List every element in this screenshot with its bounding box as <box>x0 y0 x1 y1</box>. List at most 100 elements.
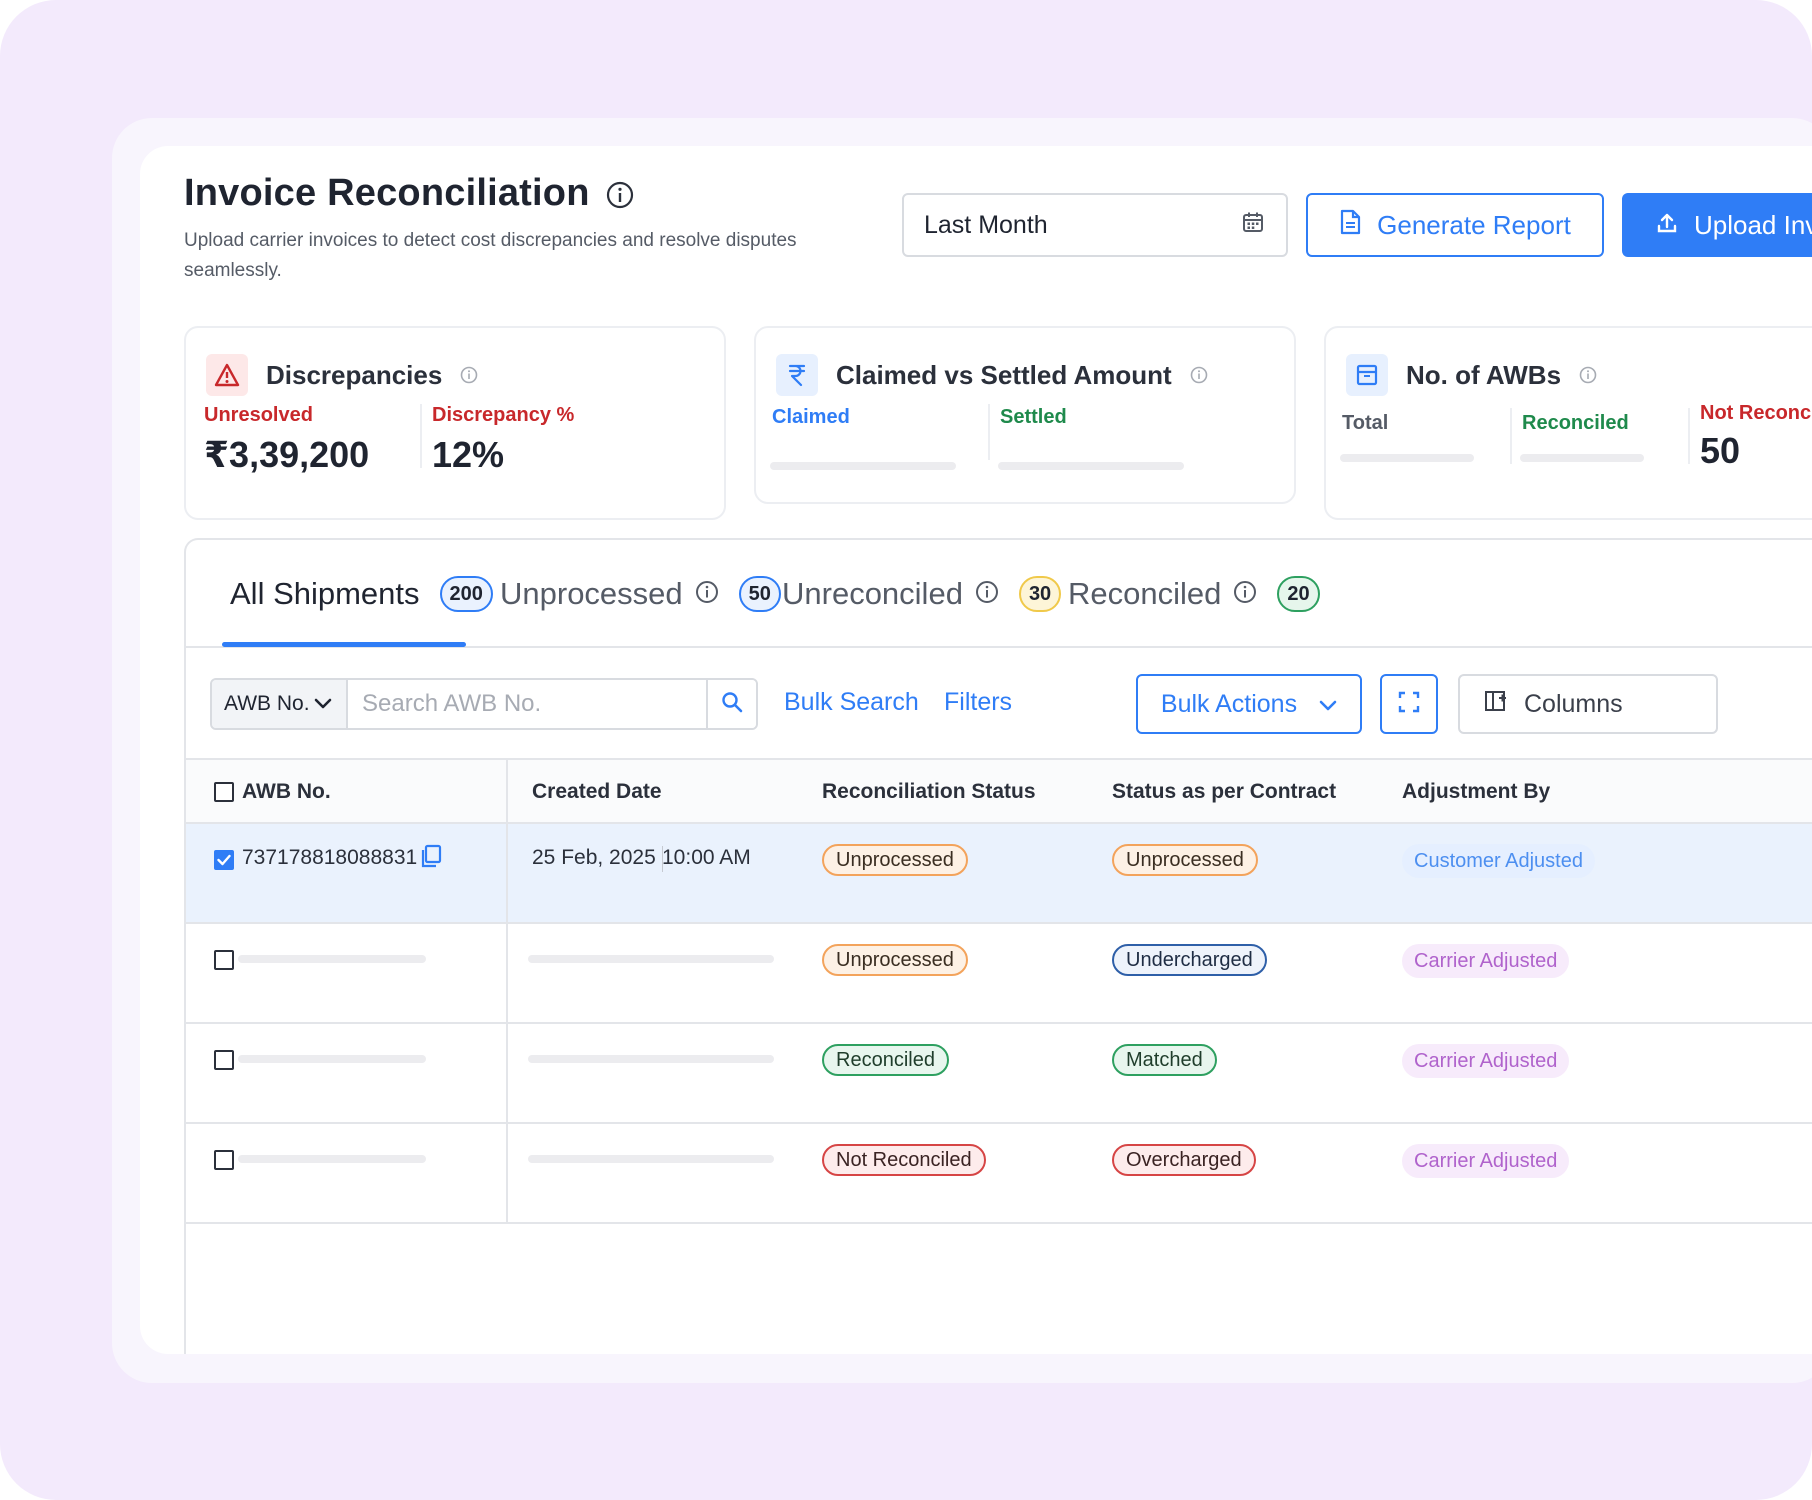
document-icon <box>1339 209 1361 242</box>
row-checkbox[interactable] <box>214 1050 234 1070</box>
tab-label: Unprocessed <box>500 576 683 611</box>
discrepancies-card-header: Discrepancies <box>206 354 478 396</box>
settled-label: Settled <box>1000 406 1067 428</box>
warning-icon <box>206 354 248 396</box>
card-divider <box>988 404 990 460</box>
row-checkbox[interactable] <box>214 950 234 970</box>
package-icon <box>1346 354 1388 396</box>
row-checkbox[interactable] <box>214 1150 234 1170</box>
date-placeholder <box>528 1155 774 1163</box>
awbs-card-header: No. of AWBs <box>1346 354 1597 396</box>
info-icon[interactable] <box>975 576 999 612</box>
awb-placeholder <box>238 1055 426 1063</box>
awbs-total-placeholder <box>1340 454 1474 462</box>
reconciliation-status-badge: Not Reconciled <box>822 1144 986 1176</box>
reconciliation-status-badge: Reconciled <box>822 1044 949 1076</box>
table-row[interactable]: 737178818088831 25 Feb, 2025 10:00 AM Un… <box>186 824 1812 924</box>
discrepancy-percent-label: Discrepancy % <box>432 404 575 426</box>
discrepancy-percent-value: 12% <box>432 434 505 475</box>
page-subtitle: Upload carrier invoices to detect cost d… <box>184 230 797 281</box>
tab-unreconciled[interactable]: Unreconciled 30 <box>782 576 1062 612</box>
created-date: 25 Feb, 2025 <box>532 846 656 869</box>
awb-number: 737178818088831 <box>242 846 418 869</box>
awb-search-input[interactable] <box>348 680 706 728</box>
adjustment-by-badge: Carrier Adjusted <box>1402 944 1570 978</box>
card-divider <box>420 404 422 468</box>
upload-invoice-button[interactable]: Upload Invoice <box>1622 193 1812 257</box>
bulk-search-link[interactable]: Bulk Search <box>784 688 919 717</box>
chevron-down-icon <box>314 692 332 716</box>
contract-status-badge: Overcharged <box>1112 1144 1256 1176</box>
fullscreen-button[interactable] <box>1380 674 1438 734</box>
contract-status-badge: Unprocessed <box>1112 844 1258 876</box>
info-icon[interactable] <box>460 360 478 391</box>
upload-invoice-label: Upload Invoice <box>1694 209 1812 240</box>
info-icon[interactable] <box>1233 576 1257 612</box>
filters-link[interactable]: Filters <box>944 688 1012 717</box>
columns-label: Columns <box>1524 689 1623 718</box>
awbs-reconciled-label: Reconciled <box>1522 412 1629 434</box>
column-header-contract-status[interactable]: Status as per Contract <box>1112 780 1336 804</box>
columns-button[interactable]: Columns <box>1458 674 1718 734</box>
column-header-created-date[interactable]: Created Date <box>532 780 662 804</box>
active-tab-indicator <box>222 642 466 647</box>
column-header-reconciliation-status[interactable]: Reconciliation Status <box>822 780 1036 804</box>
columns-icon <box>1484 690 1508 719</box>
unresolved-label: Unresolved <box>204 404 313 426</box>
copy-icon[interactable] <box>420 844 442 873</box>
contract-status-badge: Matched <box>1112 1044 1217 1076</box>
info-icon[interactable] <box>606 172 634 215</box>
date-placeholder <box>528 1055 774 1063</box>
awb-placeholder <box>238 955 426 963</box>
table-row[interactable]: Not Reconciled Overcharged Carrier Adjus… <box>186 1124 1812 1224</box>
row-checkbox[interactable] <box>214 850 234 870</box>
tab-all-shipments[interactable]: All Shipments 200 <box>230 576 493 612</box>
shipments-table-container: All Shipments 200 Unprocessed 50 Unrecon… <box>184 538 1812 1354</box>
main-panel: Invoice Reconciliation Upload carrier in… <box>140 146 1812 1354</box>
rupee-icon <box>776 354 818 396</box>
info-icon[interactable] <box>1579 360 1597 391</box>
tab-label: All Shipments <box>230 576 420 611</box>
card-divider <box>1510 408 1512 464</box>
info-icon[interactable] <box>695 576 719 612</box>
info-icon[interactable] <box>1190 360 1208 391</box>
shipment-tabs: All Shipments 200 Unprocessed 50 Unrecon… <box>186 540 1812 648</box>
claimed-label: Claimed <box>772 406 850 428</box>
search-type-dropdown[interactable]: AWB No. <box>212 680 348 728</box>
awbs-card: No. of AWBs Total Reconciled Not Reconci… <box>1324 326 1812 520</box>
date-range-select[interactable]: Last Month <box>902 193 1288 257</box>
tab-label: Unreconciled <box>782 576 963 611</box>
sticky-column-divider <box>506 760 508 1224</box>
search-button[interactable] <box>706 680 756 728</box>
discrepancies-title: Discrepancies <box>266 359 443 390</box>
tab-count-badge: 20 <box>1277 576 1320 612</box>
claimed-settled-title: Claimed vs Settled Amount <box>836 359 1172 390</box>
adjustment-by-badge: Carrier Adjusted <box>1402 1044 1570 1078</box>
column-header-adjustment-by[interactable]: Adjustment By <box>1402 780 1550 804</box>
select-all-checkbox[interactable] <box>214 782 234 802</box>
table-header: AWB No. Created Date Reconciliation Stat… <box>186 760 1812 824</box>
table-toolbar: AWB No. Bulk Search Filters Bulk Actions <box>186 648 1812 760</box>
tab-unprocessed[interactable]: Unprocessed 50 <box>500 576 781 612</box>
awb-placeholder <box>238 1155 426 1163</box>
tab-reconciled[interactable]: Reconciled 20 <box>1068 576 1320 612</box>
awbs-total-label: Total <box>1342 412 1389 434</box>
column-header-awb[interactable]: AWB No. <box>242 780 331 804</box>
calendar-icon <box>1242 211 1264 240</box>
table-row[interactable]: Reconciled Matched Carrier Adjusted <box>186 1024 1812 1124</box>
page-title-text: Invoice Reconciliation <box>184 172 590 214</box>
discrepancies-card: Discrepancies Unresolved ₹3,39,200 Discr… <box>184 326 726 520</box>
search-type-value: AWB No. <box>224 692 310 715</box>
reconciliation-status-badge: Unprocessed <box>822 944 968 976</box>
tab-count-badge: 30 <box>1018 576 1062 612</box>
bulk-actions-button[interactable]: Bulk Actions <box>1136 674 1362 734</box>
generate-report-label: Generate Report <box>1377 209 1571 240</box>
created-time: 10:00 AM <box>662 846 751 869</box>
generate-report-button[interactable]: Generate Report <box>1306 193 1604 257</box>
expand-icon <box>1398 691 1420 718</box>
table-row[interactable]: Unprocessed Undercharged Carrier Adjuste… <box>186 924 1812 1024</box>
card-divider <box>1688 408 1690 464</box>
date-range-value: Last Month <box>924 210 1048 239</box>
awbs-title: No. of AWBs <box>1406 359 1562 390</box>
contract-status-badge: Undercharged <box>1112 944 1267 976</box>
